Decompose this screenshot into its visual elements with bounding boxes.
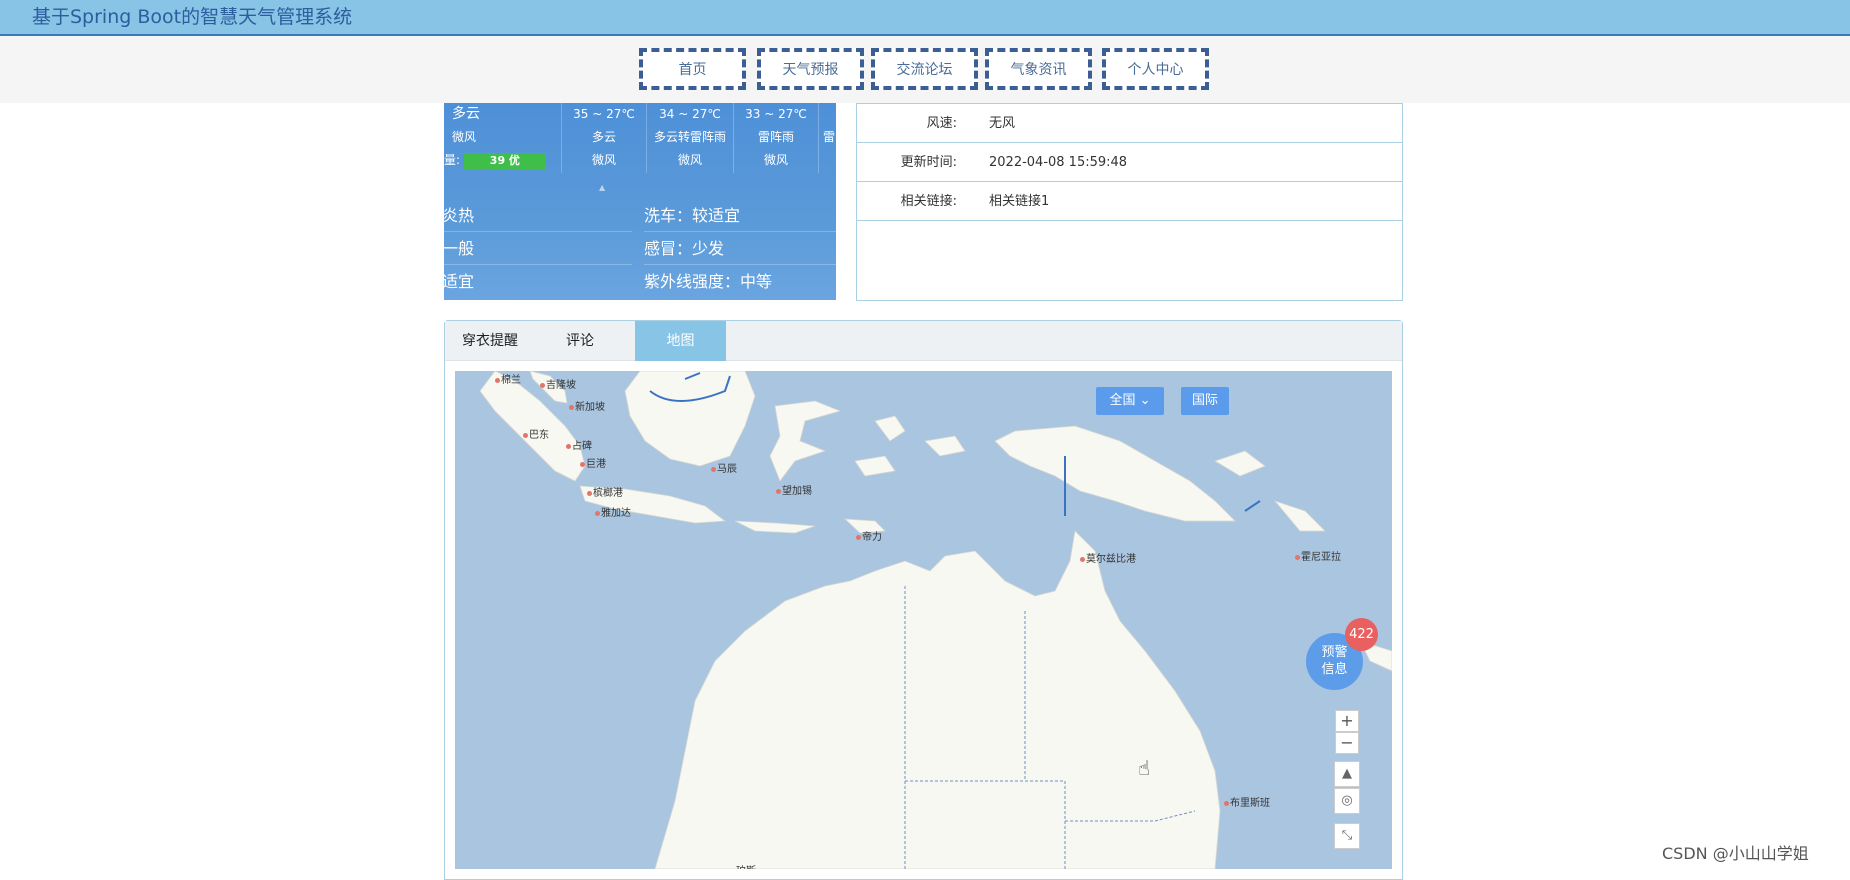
info-value: 无风 <box>989 116 1016 131</box>
warning-label: 信息 <box>1321 662 1348 677</box>
forecast-day-2: 34 ~ 27℃ 多云转雷阵雨 微风 <box>647 103 734 173</box>
index-suitable: 适宜 <box>444 272 475 291</box>
info-label: 相关链接: <box>900 194 957 209</box>
forecast-temp: 33 ~ 27℃ <box>745 107 807 121</box>
city-marker[interactable]: 珀斯 <box>730 862 756 869</box>
tab-comments[interactable]: 评论 <box>535 321 625 361</box>
forecast-day-1: 35 ~ 27℃ 多云 微风 <box>562 103 647 173</box>
nav-home[interactable]: 首页 <box>639 48 746 90</box>
forecast-wind: 微风 <box>677 153 702 167</box>
city-marker[interactable]: 雅加达 <box>595 504 631 519</box>
city-marker[interactable]: 布里斯班 <box>1224 794 1270 809</box>
aqi-badge: 39 优 <box>463 152 546 169</box>
app-header: 基于Spring Boot的智慧天气管理系统 <box>0 0 1850 36</box>
zoom-in-button[interactable]: + <box>1335 710 1359 732</box>
info-value: 2022-04-08 15:59:48 <box>989 155 1128 170</box>
city-marker[interactable]: 巨港 <box>580 455 606 470</box>
city-marker[interactable]: 巴东 <box>523 426 549 441</box>
nav-weather-forecast[interactable]: 天气预报 <box>757 48 864 90</box>
tab-bar: 穿衣提醒 评论 地图 <box>445 321 1402 361</box>
city-marker[interactable]: 棉兰 <box>495 371 521 386</box>
city-marker[interactable]: 槟榔港 <box>587 484 623 499</box>
info-row-related-link: 相关链接: 相关链接1 <box>857 182 1402 221</box>
region-label: 全国 <box>1109 393 1136 408</box>
chevron-down-icon: ⌄ <box>1139 393 1151 408</box>
fullscreen-icon[interactable]: ⤡ <box>1334 823 1360 849</box>
tab-clothing-reminder[interactable]: 穿衣提醒 <box>445 321 535 361</box>
forecast-condition: 雷阵雨 <box>757 130 794 144</box>
forecast-temp: 34 ~ 27℃ <box>659 107 721 121</box>
city-marker[interactable]: 新加坡 <box>569 398 605 413</box>
forecast-wind: 微风 <box>591 153 616 167</box>
related-link[interactable]: 相关链接1 <box>989 182 1049 221</box>
weather-info-table: 风速: 无风 更新时间: 2022-04-08 15:59:48 相关链接: 相… <box>856 103 1403 301</box>
today-wind: 微风 <box>452 130 477 144</box>
index-car-wash: 洗车：较适宜 <box>644 199 836 232</box>
forecast-condition: 多云转雷阵雨 <box>653 130 726 144</box>
forecast-temp: 35 ~ 27℃ <box>573 107 635 121</box>
city-marker[interactable]: 帝力 <box>856 528 882 543</box>
main-nav: 首页 天气预报 交流论坛 气象资讯 个人中心 <box>0 36 1850 103</box>
nav-weather-news[interactable]: 气象资讯 <box>985 48 1092 90</box>
international-button[interactable]: 国际 <box>1181 387 1229 415</box>
aqi-row: 量: 39 优 <box>444 149 561 172</box>
index-cold: 感冒：少发 <box>644 232 836 265</box>
index-general: 一般 <box>444 232 632 265</box>
tab-map[interactable]: 地图 <box>635 321 726 361</box>
city-marker[interactable]: 占碑 <box>566 437 592 452</box>
index-uv: 紫外线强度：中等 <box>644 272 773 291</box>
nav-forum[interactable]: 交流论坛 <box>871 48 978 90</box>
city-marker[interactable]: 莫尔兹比港 <box>1080 550 1136 565</box>
region-dropdown[interactable]: 全国 ⌄ <box>1096 387 1164 415</box>
zoom-out-button[interactable]: − <box>1335 732 1359 754</box>
forecast-wind <box>823 149 836 172</box>
china-map-icon[interactable]: ▲ <box>1334 761 1360 787</box>
city-marker[interactable]: 望加锡 <box>776 482 812 497</box>
scroll-indicator-icon[interactable]: ▲ <box>599 183 609 192</box>
weather-map[interactable]: 棉兰 吉隆坡 新加坡 巴东 占碑 巨港 马辰 望加锡 槟榔港 雅加达 帝力 莫尔… <box>455 371 1392 869</box>
city-marker[interactable]: 马辰 <box>711 460 737 475</box>
info-row-update-time: 更新时间: 2022-04-08 15:59:48 <box>857 143 1402 182</box>
warning-count-badge: 422 <box>1345 618 1378 651</box>
today-column: 多云 微风 量: 39 优 <box>444 103 562 173</box>
city-marker[interactable]: 吉隆坡 <box>540 376 576 391</box>
city-marker[interactable]: 霍尼亚拉 <box>1295 548 1341 563</box>
info-label: 风速: <box>926 116 957 131</box>
forecast-wind: 微风 <box>763 153 788 167</box>
info-row-wind-speed: 风速: 无风 <box>857 104 1402 143</box>
forecast-day-3: 33 ~ 27℃ 雷阵雨 微风 <box>734 103 819 173</box>
nav-personal-center[interactable]: 个人中心 <box>1102 48 1209 90</box>
watermark: CSDN @小山山学姐 <box>1662 844 1809 863</box>
app-title: 基于Spring Boot的智慧天气管理系统 <box>32 6 353 28</box>
today-condition: 多云 <box>452 106 480 122</box>
forecast-temp <box>823 103 836 126</box>
forecast-condition: 雷 <box>823 130 836 144</box>
forecast-condition: 多云 <box>591 130 616 144</box>
locate-icon[interactable]: ◎ <box>1334 788 1360 814</box>
aqi-label: 量: <box>444 153 461 167</box>
index-comfort: 炎热 <box>444 199 632 232</box>
weather-widget: 多云 微风 量: 39 优 35 ~ 27℃ 多云 微风 34 ~ 27℃ 多云… <box>444 103 836 300</box>
info-label: 更新时间: <box>900 155 957 170</box>
forecast-day-4: 雷 <box>819 103 836 173</box>
hand-cursor-icon: ☝ <box>1138 756 1151 780</box>
